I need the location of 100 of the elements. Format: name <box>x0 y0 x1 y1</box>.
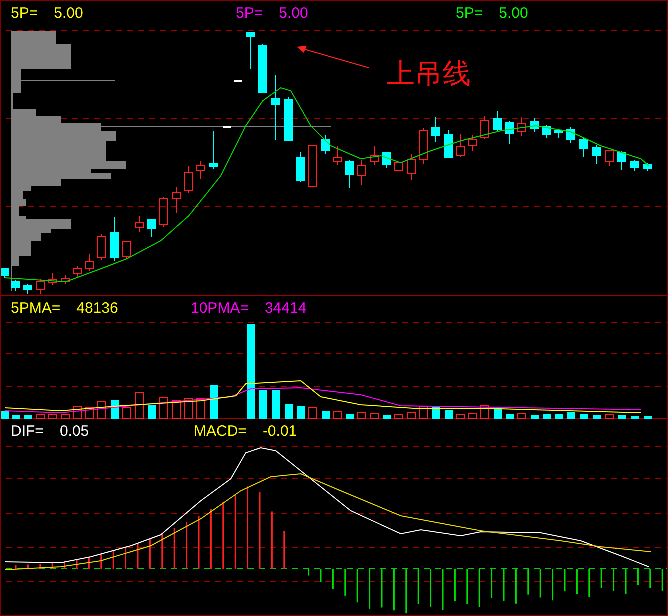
legend-label: DIF= <box>11 423 44 441</box>
candlestick <box>62 274 70 284</box>
candlestick <box>506 120 514 144</box>
volume-bar <box>48 414 58 419</box>
volume-bar <box>62 414 70 419</box>
volume-bar <box>531 415 539 419</box>
candlestick <box>36 278 46 294</box>
candlestick <box>160 196 168 228</box>
price-marker <box>234 80 242 82</box>
candlestick <box>630 160 640 172</box>
volume-bar <box>285 404 293 419</box>
candlestick <box>12 280 20 292</box>
candlestick <box>518 116 526 136</box>
candlestick <box>284 96 294 142</box>
candlestick <box>308 146 318 188</box>
candlestick <box>382 152 392 168</box>
legend-value: 5.00 <box>499 5 528 23</box>
candlestick <box>444 130 454 158</box>
volume-bar <box>480 406 490 419</box>
candlestick <box>48 272 58 286</box>
candlestick <box>98 234 106 260</box>
candlestick <box>110 216 120 262</box>
candlestick <box>334 146 342 166</box>
volume-bar <box>445 410 453 419</box>
legend-label: 5P= <box>456 5 484 23</box>
volume-bar <box>456 414 466 419</box>
volume-bar <box>543 414 551 419</box>
volume-bar <box>160 398 168 419</box>
volume-bar <box>494 409 502 419</box>
legend-value: 5.00 <box>54 5 84 23</box>
candlestick <box>592 144 602 164</box>
candlestick <box>456 134 466 158</box>
candlestick <box>272 74 280 140</box>
candlestick <box>606 150 614 166</box>
legend-value: 0.05 <box>60 423 90 441</box>
candlestick <box>358 160 366 186</box>
candlestick <box>258 44 268 94</box>
volume-bar <box>644 416 652 419</box>
volume-bar <box>148 405 156 419</box>
candlestick <box>148 220 156 238</box>
candlestick <box>542 124 552 138</box>
volume-bar <box>383 415 391 419</box>
volume-bar <box>346 414 354 419</box>
candlestick <box>370 146 380 166</box>
legend-value: 5.00 <box>279 5 308 23</box>
candlestick <box>420 128 428 164</box>
volume-bar <box>12 415 20 419</box>
candlestick <box>184 166 194 194</box>
legend-label: 5PMA= <box>11 300 61 318</box>
legend-label: 10PMA= <box>191 300 249 318</box>
legend-label: 5P= <box>236 5 264 23</box>
candlestick <box>468 134 478 152</box>
volume-bar <box>308 408 318 419</box>
volume-bar <box>172 400 182 419</box>
candlestick <box>432 116 440 142</box>
candlestick <box>122 240 132 260</box>
legend-label: MACD= <box>194 423 247 441</box>
volume-bar <box>518 414 526 419</box>
volume-bar <box>394 414 404 419</box>
candlestick <box>246 32 256 70</box>
candlestick <box>346 160 354 188</box>
candlestick <box>480 116 490 140</box>
volume-bar <box>618 415 626 419</box>
candlestick <box>136 216 144 232</box>
volume-bar <box>593 415 601 419</box>
legend-value: 48136 <box>76 300 118 318</box>
candlestick <box>322 134 330 154</box>
volume-bar <box>272 390 280 419</box>
volume-bar <box>122 408 132 419</box>
volume-bar <box>322 411 330 419</box>
candlestick <box>494 110 502 132</box>
legend-label: 5P= <box>11 5 38 23</box>
volume-bar <box>98 402 106 419</box>
candlestick <box>86 254 94 272</box>
volume-bar <box>468 414 478 419</box>
candlestick <box>210 130 218 170</box>
candlestick <box>644 162 652 172</box>
volume-bar <box>555 414 563 419</box>
volume-bar <box>606 414 614 419</box>
volume-bar <box>24 415 32 419</box>
volume-bar <box>370 414 380 419</box>
candlestick <box>566 126 576 144</box>
candlestick <box>530 118 540 132</box>
volume-bar <box>196 398 206 419</box>
candlestick <box>394 162 404 172</box>
candlestick <box>24 284 32 294</box>
volume-bar <box>420 406 428 419</box>
legend-value: 34414 <box>264 300 307 318</box>
volume-bar <box>358 412 366 419</box>
candlestick <box>296 152 306 182</box>
volume-bar <box>297 406 305 419</box>
candlestick <box>408 154 416 180</box>
volume-bar <box>567 412 575 419</box>
volume-bar <box>334 412 342 419</box>
volume-bar <box>184 398 194 419</box>
candlestick <box>74 266 82 278</box>
volume-bar <box>506 414 514 419</box>
volume-bar <box>136 392 144 419</box>
volume-bar <box>631 416 639 419</box>
volume-bar <box>86 408 94 419</box>
